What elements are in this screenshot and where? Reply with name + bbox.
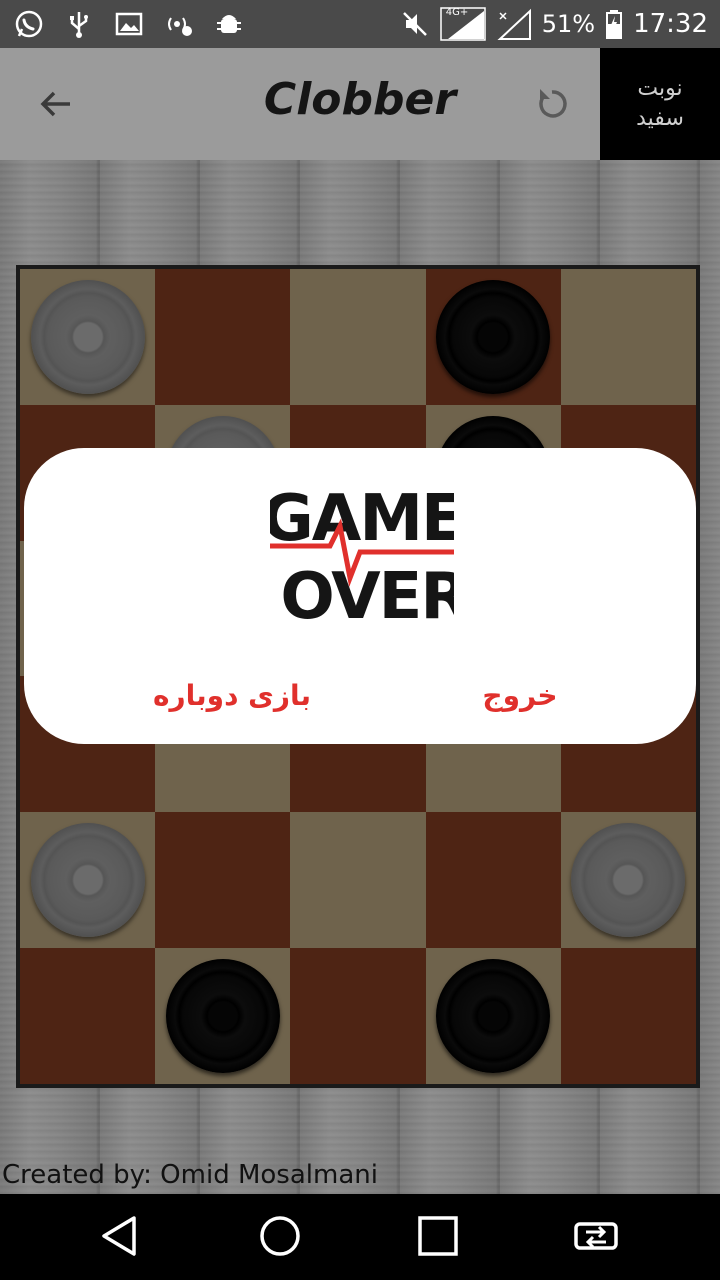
nav-swap-button[interactable] bbox=[572, 1212, 620, 1260]
board-cell[interactable] bbox=[155, 812, 291, 949]
replay-button[interactable]: بازی دوباره bbox=[152, 670, 312, 720]
swap-icon bbox=[574, 1222, 618, 1250]
white-piece[interactable] bbox=[571, 823, 686, 938]
nav-back-button[interactable] bbox=[96, 1212, 144, 1260]
arrow-back-icon bbox=[40, 91, 70, 117]
status-left-icons bbox=[0, 9, 244, 39]
nav-recents-button[interactable] bbox=[414, 1212, 462, 1260]
app-bar: Clobber نوبت سفید bbox=[0, 48, 720, 160]
hotspot-icon bbox=[164, 9, 194, 39]
status-right: 4G+ 51% 17:32 bbox=[400, 7, 720, 41]
usb-icon bbox=[64, 9, 94, 39]
board-cell[interactable] bbox=[20, 812, 156, 949]
recents-square-icon bbox=[418, 1216, 458, 1256]
reload-button[interactable] bbox=[524, 76, 580, 132]
credit-text: Created by: Omid Mosalmani bbox=[2, 1160, 378, 1190]
clock: 17:32 bbox=[633, 9, 708, 39]
board-cell[interactable] bbox=[425, 812, 561, 949]
board-cell[interactable] bbox=[290, 812, 426, 949]
game-over-logo: GAME OVER bbox=[270, 482, 454, 622]
android-debug-icon bbox=[214, 9, 244, 39]
back-triangle-icon bbox=[102, 1216, 136, 1256]
battery-charging-icon bbox=[605, 9, 623, 39]
back-button[interactable] bbox=[28, 76, 84, 132]
black-piece[interactable] bbox=[436, 279, 551, 394]
board-cell[interactable] bbox=[290, 948, 426, 1084]
white-piece[interactable] bbox=[30, 279, 145, 394]
turn-indicator: نوبت سفید bbox=[600, 48, 720, 160]
reload-icon bbox=[539, 89, 567, 118]
turn-line2: سفید bbox=[636, 106, 684, 131]
app-title: Clobber bbox=[263, 74, 457, 125]
board-cell[interactable] bbox=[425, 269, 561, 405]
nav-home-button[interactable] bbox=[256, 1212, 304, 1260]
battery-label: 51% bbox=[541, 10, 596, 38]
mute-icon bbox=[400, 9, 430, 39]
black-piece[interactable] bbox=[165, 959, 280, 1074]
signal-sim2-icon bbox=[496, 7, 532, 41]
logo-line2: OVER bbox=[280, 560, 454, 622]
home-circle-icon bbox=[260, 1216, 300, 1256]
status-bar: 4G+ 51% 17:32 bbox=[0, 0, 720, 48]
image-icon bbox=[114, 9, 144, 39]
whatsapp-icon bbox=[14, 9, 44, 39]
board-cell[interactable] bbox=[20, 948, 156, 1084]
turn-line1: نوبت bbox=[637, 76, 683, 101]
network-badge: 4G+ bbox=[445, 7, 469, 18]
board-cell[interactable] bbox=[155, 948, 291, 1084]
signal-sim1-icon: 4G+ bbox=[439, 7, 486, 41]
board-cell[interactable] bbox=[560, 812, 696, 949]
board-cell[interactable] bbox=[290, 269, 426, 405]
game-over-dialog: GAME OVER بازی دوباره خروج bbox=[24, 448, 696, 744]
nav-bar bbox=[0, 1194, 720, 1280]
exit-button[interactable]: خروج bbox=[470, 670, 570, 720]
board-cell[interactable] bbox=[155, 269, 291, 405]
board-cell[interactable] bbox=[20, 269, 156, 405]
board-cell[interactable] bbox=[425, 948, 561, 1084]
black-piece[interactable] bbox=[436, 959, 551, 1074]
board-cell[interactable] bbox=[560, 269, 696, 405]
board-cell[interactable] bbox=[560, 948, 696, 1084]
white-piece[interactable] bbox=[30, 823, 145, 938]
